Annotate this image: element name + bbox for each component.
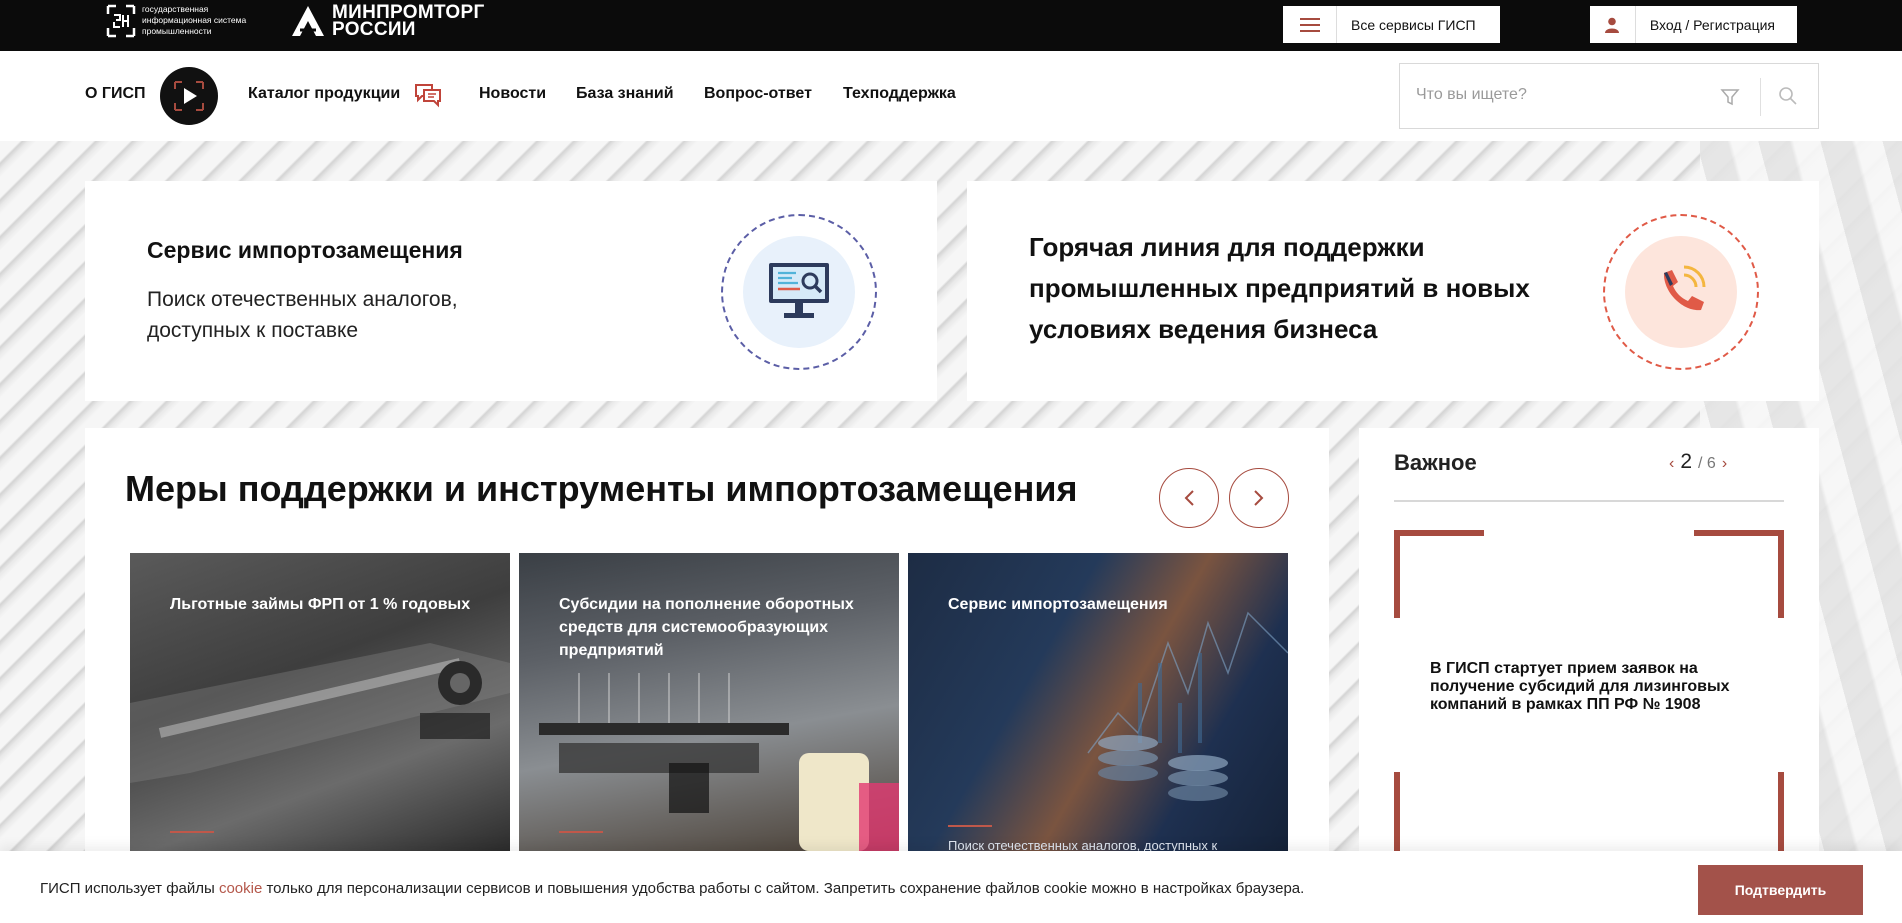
measure-card-subsidies[interactable]: Субсидии на пополнение оборотных средств…: [519, 553, 899, 851]
hamburger-icon: [1283, 6, 1337, 43]
ministry-logo-icon: [292, 6, 324, 36]
filter-icon[interactable]: [1720, 87, 1740, 107]
hotline-card[interactable]: Горячая линия для поддержки промышленных…: [967, 181, 1819, 401]
cookie-link[interactable]: cookie: [219, 880, 262, 897]
nav-about[interactable]: О ГИСП: [85, 85, 146, 103]
chevron-right-icon: [1254, 490, 1264, 506]
important-news-text: В ГИСП стартует прием заявок на получени…: [1430, 660, 1730, 713]
top-bar: государственная информационная система п…: [0, 0, 1902, 51]
chat-icon[interactable]: [414, 82, 442, 108]
measure-card-title: Субсидии на пополнение оборотных средств…: [559, 596, 854, 659]
import-substitution-illustration: [721, 214, 877, 370]
gisp-logo[interactable]: государственная информационная система п…: [106, 4, 262, 38]
import-substitution-card[interactable]: Сервис импортозамещения Поиск отечествен…: [85, 181, 937, 401]
nav-qa[interactable]: Вопрос-ответ: [704, 85, 812, 103]
cookie-banner: ГИСП использует файлы cookie только для …: [0, 851, 1902, 923]
important-pager: ‹ 2 / 6 ›: [1669, 450, 1727, 474]
import-substitution-title: Сервис импортозамещения: [147, 237, 463, 263]
measure-card-import-service[interactable]: Сервис импортозамещения Поиск отечествен…: [908, 553, 1288, 851]
measure-card-title: Льготные займы ФРП от 1 % годовых: [170, 596, 471, 613]
measure-card-accent-line: [559, 831, 603, 833]
cookie-confirm-button[interactable]: Подтвердить: [1698, 865, 1863, 915]
play-icon: [174, 81, 204, 111]
support-measures-panel: Меры поддержки и инструменты импортозаме…: [85, 428, 1329, 851]
important-news-item[interactable]: В ГИСП стартует прием заявок на получени…: [1394, 530, 1784, 860]
measure-card-accent-line: [170, 831, 214, 833]
important-next-icon[interactable]: ›: [1722, 455, 1727, 473]
support-measures-title: Меры поддержки и инструменты импортозаме…: [125, 468, 1078, 509]
all-services-label: Все сервисы ГИСП: [1351, 16, 1476, 33]
gisp-logo-text: государственная информационная система п…: [142, 4, 247, 36]
nav-news[interactable]: Новости: [479, 85, 546, 103]
nav-support[interactable]: Техподдержка: [843, 85, 956, 103]
frame-corner: [1394, 772, 1484, 860]
measure-card-frp-loans[interactable]: Льготные займы ФРП от 1 % годовых: [130, 553, 510, 851]
search-input[interactable]: [1416, 86, 1716, 104]
frame-corner: [1694, 530, 1784, 618]
main-navigation: О ГИСП Каталог продукции Новости База зн…: [0, 51, 1902, 141]
carousel-next-button[interactable]: [1229, 468, 1289, 528]
important-title: Важное: [1394, 450, 1477, 475]
frame-corner: [1694, 772, 1784, 860]
all-services-button[interactable]: Все сервисы ГИСП: [1283, 6, 1500, 43]
search-box: [1399, 63, 1819, 129]
important-total-pages: / 6: [1698, 455, 1716, 472]
important-prev-icon[interactable]: ‹: [1669, 455, 1674, 473]
important-current-page: 2: [1680, 450, 1693, 473]
important-divider: [1394, 500, 1784, 502]
measure-card-title: Сервис импортозамещения: [948, 596, 1168, 613]
frame-corner: [1394, 530, 1484, 618]
ministry-logo[interactable]: МИНПРОМТОРГ РОССИИ: [290, 3, 485, 40]
chevron-left-icon: [1184, 490, 1194, 506]
search-divider: [1760, 78, 1761, 116]
carousel-prev-button[interactable]: [1159, 468, 1219, 528]
login-register-label: Вход / Регистрация: [1649, 16, 1775, 33]
cookie-text-after: только для персонализации сервисов и пов…: [262, 880, 1305, 897]
monitor-search-icon: [769, 263, 829, 318]
hotline-illustration: [1603, 214, 1759, 370]
login-register-button[interactable]: Вход / Регистрация: [1590, 6, 1797, 43]
cookie-text-before: ГИСП использует файлы: [40, 880, 219, 897]
phone-call-icon: [1663, 265, 1706, 311]
nav-catalog[interactable]: Каталог продукции: [248, 85, 400, 103]
hotline-title: Горячая линия для поддержки промышленных…: [1029, 232, 1530, 344]
play-video-button[interactable]: [160, 67, 218, 125]
gisp-logo-icon: [106, 4, 136, 38]
nav-knowledge-base[interactable]: База знаний: [576, 85, 674, 103]
measure-card-accent-line: [948, 825, 992, 827]
import-substitution-description: Поиск отечественных аналогов, доступных …: [147, 288, 458, 342]
user-icon: [1590, 6, 1636, 43]
measure-card-description: Поиск отечественных аналогов, доступных …: [948, 838, 1218, 851]
important-panel: Важное ‹ 2 / 6 › В ГИСП стартует прием з…: [1359, 428, 1819, 860]
ministry-logo-line2: РОССИИ: [332, 19, 416, 40]
search-icon[interactable]: [1778, 86, 1798, 106]
cookie-text: ГИСП использует файлы cookie только для …: [40, 880, 1304, 897]
